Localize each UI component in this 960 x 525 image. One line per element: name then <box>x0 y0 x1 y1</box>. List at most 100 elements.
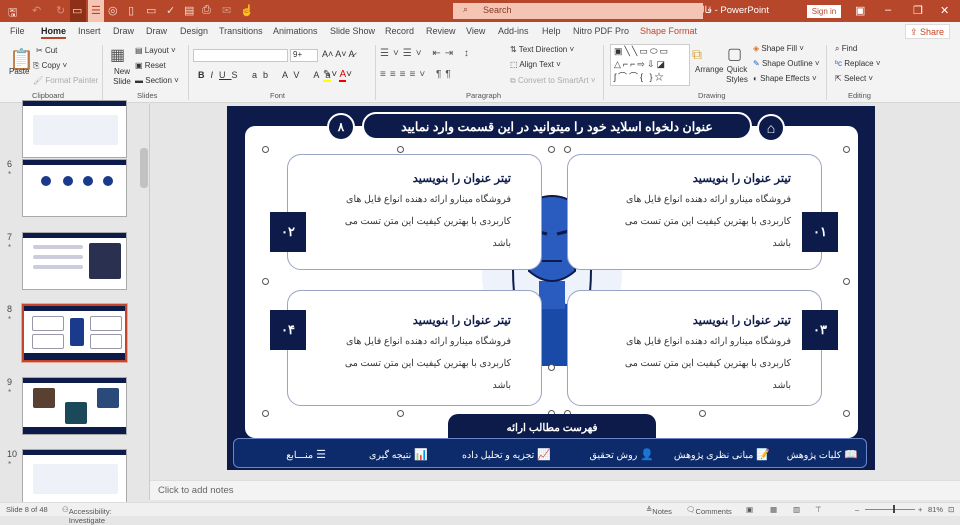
quick-styles-icon[interactable]: ▢ <box>727 44 742 64</box>
tab-shape-format[interactable]: Shape Format <box>640 26 697 36</box>
undo-icon[interactable]: ↶ <box>32 4 41 17</box>
tab-record[interactable]: Record <box>385 26 414 36</box>
comments-button[interactable]: 🗨 Comments <box>686 505 732 516</box>
slide-canvas[interactable]: عنوان دلخواه اسلاید خود را میتوانید در ا… <box>227 106 875 470</box>
toc-item-conclusion[interactable]: 📊نتیجه گیری <box>369 448 428 461</box>
notes-pane[interactable]: Click to add notes <box>150 480 960 500</box>
redo-icon[interactable]: ↻ <box>56 4 65 17</box>
toc-item-sources[interactable]: ☰منـــابع <box>286 448 326 461</box>
font-format-buttons[interactable]: BIUS ab AV Aa <box>198 70 336 80</box>
tab-animations[interactable]: Animations <box>273 26 318 36</box>
new-icon[interactable]: ▯ <box>128 4 134 17</box>
search-box[interactable]: ⌕ Search <box>453 3 703 19</box>
text-direction-button[interactable]: ⇅ Text Direction ˅ <box>510 45 574 54</box>
slide-thumbnail-8[interactable] <box>21 303 128 363</box>
zoom-out-button[interactable]: – <box>855 505 859 514</box>
present-icon[interactable]: ▭ <box>70 0 86 22</box>
card-04[interactable]: تیتر عنوان را بنویسید فروشگاه مینارو ارا… <box>287 290 542 406</box>
thumbnail-scrollbar[interactable] <box>140 148 148 188</box>
font-name-input[interactable] <box>193 49 288 62</box>
select-button[interactable]: ⇱ Select ˅ <box>835 74 873 83</box>
touch-icon[interactable]: ☝ <box>240 4 254 17</box>
slide-thumbnail-9[interactable] <box>22 377 127 435</box>
tab-home[interactable]: Home <box>41 26 67 39</box>
restore-button[interactable]: ❐ <box>913 4 923 17</box>
sign-in-button[interactable]: Sign in <box>807 5 841 18</box>
tab-add-ins[interactable]: Add-ins <box>498 26 529 36</box>
list-buttons[interactable]: ☰˅☰˅ ⇤⇥ ↕ <box>380 48 473 59</box>
tab-file[interactable]: File <box>10 26 25 36</box>
new-slide-button[interactable]: New Slide <box>108 67 136 87</box>
arrange-icon[interactable]: ⧉ <box>692 46 702 63</box>
zoom-in-button[interactable]: + <box>918 505 922 514</box>
home-icon[interactable]: ⌂ <box>757 114 785 142</box>
spell-icon[interactable]: ✓ <box>166 4 175 17</box>
close-button[interactable]: ✕ <box>940 4 949 17</box>
shape-effects-button[interactable]: ◐ Shape Effects ˅ <box>753 74 817 83</box>
tab-design[interactable]: Design <box>180 26 208 36</box>
normal-view-icon[interactable]: ▣ <box>746 505 753 514</box>
tab-draw[interactable]: Draw <box>113 26 134 36</box>
font-size-controls[interactable]: A˄ A˅ A̷ <box>322 49 355 59</box>
toc-item-analysis[interactable]: 📈تجزیه و تحلیل داده <box>462 448 551 461</box>
slideshow-icon[interactable]: ⊤ <box>815 505 822 514</box>
tab-draw-2[interactable]: Draw <box>146 26 167 36</box>
slide-thumbnail-6[interactable] <box>22 159 127 217</box>
fit-slide-icon[interactable]: ⊡ <box>948 505 954 514</box>
paste-button[interactable]: Paste <box>9 67 29 76</box>
toc-item-research-overview[interactable]: 📖کلیات پژوهش <box>787 448 858 461</box>
print-preview-icon[interactable]: ▤ <box>184 4 194 17</box>
find-button[interactable]: ⌕ Find <box>835 44 857 54</box>
zoom-level[interactable]: 81% <box>928 505 943 514</box>
layout-button[interactable]: ▤ Layout ˅ <box>135 46 176 55</box>
align-text-button[interactable]: ⬚ Align Text ˅ <box>510 60 561 69</box>
toc-item-theory[interactable]: 📝مبانی نظری پژوهش <box>674 448 770 461</box>
arrange-button[interactable]: Arrange <box>695 65 723 74</box>
card-02[interactable]: تیتر عنوان را بنویسید فروشگاه مینارو ارا… <box>287 154 542 270</box>
shape-fill-button[interactable]: ◈ Shape Fill ˅ <box>753 44 804 53</box>
outline-icon[interactable]: ☰ <box>88 0 104 22</box>
reading-view-icon[interactable]: ▥ <box>793 505 800 514</box>
copy-button[interactable]: ⎘ Copy ˅ <box>33 61 67 71</box>
highlight-icon[interactable]: ✎˅ A˅ <box>323 69 352 82</box>
shape-outline-button[interactable]: ✎ Shape Outline ˅ <box>753 59 820 68</box>
email-icon[interactable]: ✉ <box>222 4 231 17</box>
tab-insert[interactable]: Insert <box>78 26 101 36</box>
tab-slide-show[interactable]: Slide Show <box>330 26 375 36</box>
open-icon[interactable]: ▭ <box>146 4 156 17</box>
new-slide-icon[interactable]: ▦ <box>110 45 125 65</box>
zoom-slider[interactable] <box>865 509 915 510</box>
save-icon[interactable]: 🖫 <box>8 4 17 23</box>
tab-help[interactable]: Help <box>542 26 561 36</box>
accessibility-status[interactable]: ⚇ Accessibility: Investigate <box>62 505 112 525</box>
font-size-input[interactable]: 9+ <box>290 49 318 62</box>
slide-thumbnail-5[interactable] <box>22 100 127 158</box>
minimize-button[interactable]: – <box>885 4 891 16</box>
convert-smartart-button[interactable]: ⧉ Convert to SmartArt ˅ <box>510 76 596 86</box>
section-button[interactable]: ▬ Section ˅ <box>135 76 179 85</box>
slide-sorter-icon[interactable]: ▦ <box>770 505 777 514</box>
format-painter-button[interactable]: 🖌 Format Painter <box>33 76 98 85</box>
quick-styles-button[interactable]: Quick Styles <box>724 65 750 85</box>
notes-button[interactable]: ≜ Notes <box>646 505 672 516</box>
tab-transitions[interactable]: Transitions <box>219 26 263 36</box>
tab-review[interactable]: Review <box>426 26 456 36</box>
align-buttons[interactable]: ≡≡≡≡˅ ¶¶ <box>380 69 455 80</box>
replace-button[interactable]: ᵇc Replace ˅ <box>835 59 881 68</box>
tab-view[interactable]: View <box>466 26 485 36</box>
palette-icon[interactable]: ◎ <box>108 4 118 17</box>
card-03[interactable]: تیتر عنوان را بنویسید فروشگاه مینارو ارا… <box>567 290 822 406</box>
print-icon[interactable]: ⎙ <box>202 4 211 17</box>
ribbon-display-icon[interactable]: ▣ <box>855 4 865 17</box>
reset-button[interactable]: ▣ Reset <box>135 61 166 70</box>
slide-thumbnail-7[interactable] <box>22 232 127 290</box>
slide-title[interactable]: عنوان دلخواه اسلاید خود را میتوانید در ا… <box>362 112 752 140</box>
tab-nitro[interactable]: Nitro PDF Pro <box>573 26 629 36</box>
toc-item-method[interactable]: 👤روش تحقیق <box>590 448 655 461</box>
slide-thumbnail-10[interactable] <box>22 449 127 507</box>
share-button[interactable]: ⇪ Share <box>905 24 950 39</box>
cut-button[interactable]: ✂ Cut <box>36 46 57 55</box>
shapes-gallery[interactable]: ▣╲╲▭⬭▭ △⌐⌐⇨⇩◪ ʃ⌒⌒{ }☆ <box>610 44 690 86</box>
zoom-slider-thumb[interactable] <box>893 505 895 513</box>
card-01[interactable]: تیتر عنوان را بنویسید فروشگاه مینارو ارا… <box>567 154 822 270</box>
